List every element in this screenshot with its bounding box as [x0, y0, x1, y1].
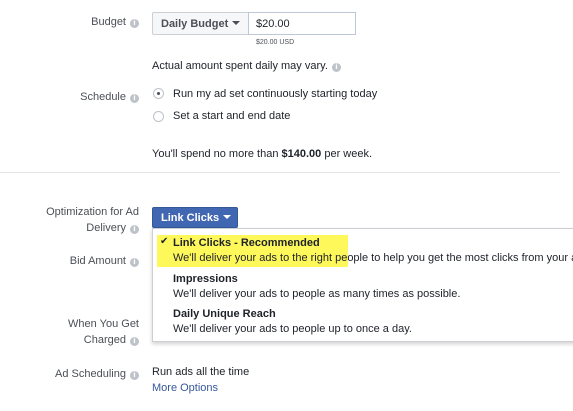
caret-down-icon	[232, 21, 241, 25]
menu-item-description: We'll deliver your ads to the right peop…	[173, 252, 573, 264]
budget-type-dropdown[interactable]: Daily Budget	[152, 12, 249, 35]
optimization-button-label: Link Clicks	[161, 212, 220, 224]
budget-label: Budget i	[91, 16, 139, 28]
optimization-dropdown-button[interactable]: Link Clicks	[152, 207, 238, 228]
weekly-spend-amount: $140.00	[281, 148, 322, 160]
ad-scheduling-value: Run ads all the time	[152, 366, 250, 378]
ad-scheduling-label: Ad Scheduling i	[55, 368, 139, 380]
menu-item-title: Impressions	[173, 273, 238, 285]
budget-currency-note: $20.00 USD	[256, 39, 295, 46]
info-icon[interactable]: i	[130, 258, 139, 267]
menu-item-impressions[interactable]: Impressions We'll deliver your ads to pe…	[173, 273, 460, 300]
menu-item-title: Link Clicks - Recommended	[173, 237, 320, 249]
info-icon[interactable]: i	[130, 19, 139, 28]
section-divider	[0, 172, 560, 173]
menu-item-title: Daily Unique Reach	[173, 308, 276, 320]
schedule-option-start-end[interactable]: Set a start and end date	[173, 110, 290, 122]
schedule-option-continuous[interactable]: Run my ad set continuously starting toda…	[173, 88, 377, 100]
schedule-label: Schedule i	[80, 91, 139, 103]
more-options-link[interactable]: More Options	[152, 382, 218, 394]
info-icon[interactable]: i	[130, 371, 139, 380]
caret-down-icon	[223, 215, 232, 219]
menu-item-daily-unique-reach[interactable]: Daily Unique Reach We'll deliver your ad…	[173, 308, 412, 335]
budget-amount-value: $20.00	[256, 18, 290, 30]
info-icon[interactable]: i	[130, 337, 139, 346]
budget-note: Actual amount spent daily may vary. i	[152, 60, 341, 72]
info-icon[interactable]: i	[130, 94, 139, 103]
menu-item-link-clicks[interactable]: Link Clicks - Recommended We'll deliver …	[173, 237, 573, 264]
when-charged-label: When You Get Charged i	[68, 318, 139, 346]
budget-amount-input[interactable]: $20.00	[248, 12, 356, 35]
radio-continuous[interactable]	[153, 88, 164, 99]
weekly-spend-note: You'll spend no more than $140.00 per we…	[152, 148, 373, 160]
bid-amount-label: Bid Amount i	[70, 255, 139, 267]
menu-item-description: We'll deliver your ads to people up to o…	[173, 323, 412, 335]
info-icon[interactable]: i	[331, 63, 341, 72]
checkmark-icon: ✔	[160, 236, 169, 247]
radio-start-end[interactable]	[153, 111, 164, 122]
budget-type-value: Daily Budget	[161, 18, 229, 30]
optimization-label: Optimization for Ad Delivery i	[46, 206, 139, 234]
menu-item-description: We'll deliver your ads to people as many…	[173, 288, 461, 300]
info-icon[interactable]: i	[130, 225, 139, 234]
